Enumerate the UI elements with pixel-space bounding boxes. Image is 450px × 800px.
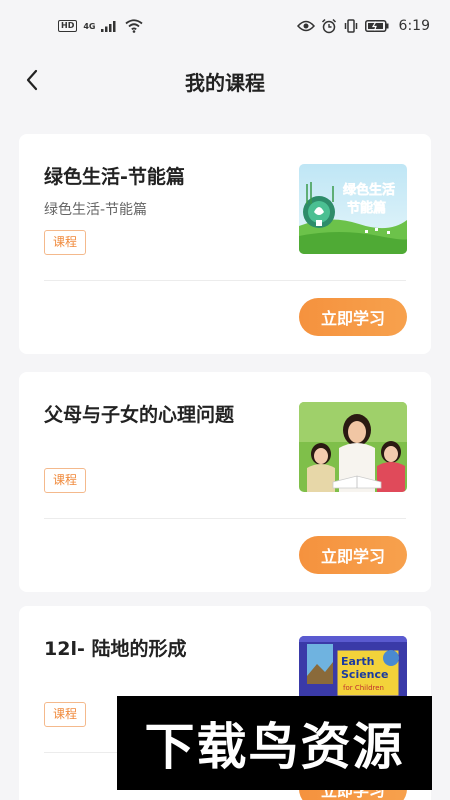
status-bar: HD 4G 6:19 bbox=[0, 0, 450, 52]
network-type: 4G bbox=[83, 21, 96, 31]
course-thumbnail[interactable] bbox=[299, 402, 407, 492]
watermark-text: 下载鸟资源 bbox=[144, 718, 405, 776]
course-title: 父母与子女的心理问题 bbox=[44, 404, 235, 426]
green-life-thumbnail-image: 绿色生活 节能篇 bbox=[299, 164, 407, 254]
course-card[interactable]: 绿色生活-节能篇 绿色生活-节能篇 课程 绿色生活 节能篇 立即学习 bbox=[19, 134, 431, 354]
alarm-icon bbox=[321, 18, 336, 34]
thumb-text-line2: 节能篇 bbox=[347, 200, 386, 216]
course-tag: 课程 bbox=[44, 702, 87, 727]
parent-child-reading-image bbox=[299, 402, 407, 492]
page-title: 我的课程 bbox=[185, 70, 265, 95]
chevron-left-icon bbox=[26, 69, 38, 91]
divider bbox=[44, 518, 406, 519]
back-button[interactable] bbox=[18, 66, 46, 94]
page-header: 我的课程 bbox=[0, 52, 450, 110]
course-tag: 课程 bbox=[44, 230, 87, 255]
signal-icon bbox=[101, 21, 116, 32]
watermark-banner: 下载鸟资源 bbox=[117, 696, 432, 790]
eye-icon bbox=[296, 20, 315, 32]
status-right: 6:19 bbox=[296, 18, 430, 34]
vibrate-icon bbox=[344, 19, 357, 33]
study-now-button[interactable]: 立即学习 bbox=[299, 298, 407, 336]
wifi-icon bbox=[125, 19, 144, 33]
thumb-text-line1: Earth bbox=[341, 655, 374, 668]
course-card[interactable]: 父母与子女的心理问题 课程 立即学习 bbox=[19, 372, 431, 592]
thumb-text-line2: Science bbox=[341, 668, 389, 681]
course-tag: 课程 bbox=[44, 468, 87, 493]
status-left: HD 4G bbox=[58, 19, 144, 33]
hd-badge: HD bbox=[58, 20, 78, 32]
clock: 6:19 bbox=[398, 18, 430, 34]
course-subtitle: 绿色生活-节能篇 bbox=[44, 202, 148, 218]
battery-icon bbox=[364, 20, 389, 32]
course-title: 绿色生活-节能篇 bbox=[44, 166, 185, 188]
divider bbox=[44, 280, 406, 281]
study-now-button[interactable]: 立即学习 bbox=[299, 536, 407, 574]
thumb-text-line3: for Children bbox=[343, 684, 384, 692]
thumb-text-line1: 绿色生活 bbox=[343, 182, 395, 198]
course-thumbnail[interactable]: 绿色生活 节能篇 bbox=[299, 164, 407, 254]
course-title: 12l- 陆地的形成 bbox=[44, 638, 187, 660]
